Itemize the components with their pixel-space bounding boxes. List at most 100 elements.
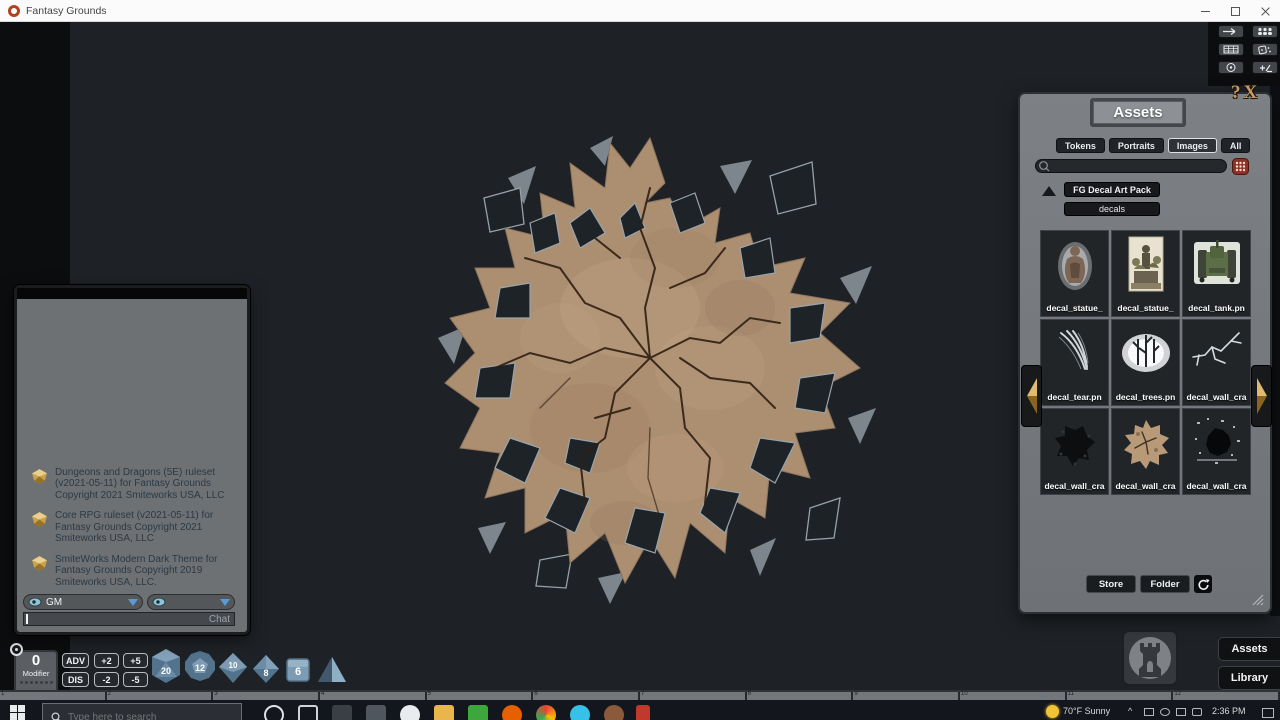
sidebar-library-button[interactable]: Library (1218, 666, 1280, 690)
emote-dropdown[interactable] (147, 594, 235, 610)
page-previous-button[interactable] (1021, 365, 1042, 427)
module-pack-button[interactable]: FG Decal Art Pack (1064, 182, 1160, 197)
campaign-button[interactable] (1122, 630, 1178, 686)
tray-icon-4[interactable] (1192, 708, 1202, 716)
chrome-icon[interactable] (536, 705, 556, 720)
refresh-button[interactable] (1194, 575, 1212, 593)
speaker-dropdown[interactable]: GM (23, 594, 143, 610)
app-icon-mail[interactable] (332, 705, 352, 720)
hotkey-slot[interactable]: 11 (1067, 692, 1174, 700)
hotkey-slot[interactable]: 2 (107, 692, 214, 700)
tray-expand-chevron[interactable]: ^ (1128, 706, 1132, 716)
tab-all[interactable]: All (1221, 138, 1251, 153)
file-explorer-icon[interactable] (434, 705, 454, 720)
die-d6[interactable]: 6 (285, 657, 311, 688)
dice-tower-button[interactable] (1252, 43, 1278, 56)
hotkey-slot[interactable]: 5 (427, 692, 534, 700)
chat-input-field[interactable] (28, 613, 209, 625)
asset-item[interactable]: decal_statue_ (1040, 230, 1109, 317)
tray-icon-3[interactable] (1176, 708, 1186, 716)
taskbar-search[interactable] (42, 703, 242, 720)
subfolder-button[interactable]: decals (1064, 202, 1160, 216)
asset-item[interactable]: decal_statue_ (1111, 230, 1180, 317)
party-button[interactable] (1252, 25, 1278, 38)
tray-icon-2[interactable] (1160, 708, 1170, 716)
modifiers-button[interactable] (1252, 61, 1278, 74)
asset-item[interactable]: decal_trees.pn (1111, 319, 1180, 406)
weather-sun-icon[interactable] (1046, 705, 1059, 718)
asset-item[interactable]: decal_wall_cra (1182, 319, 1251, 406)
help-button[interactable]: ? (1231, 82, 1241, 104)
weather-text[interactable]: 70°F Sunny (1063, 706, 1110, 716)
window-titlebar[interactable]: Fantasy Grounds (0, 0, 1280, 22)
hotkey-slot[interactable]: 1 (0, 692, 107, 700)
dots-grid-icon (1232, 158, 1249, 175)
store-button[interactable]: Store (1086, 575, 1136, 593)
asset-item[interactable]: decal_tear.pn (1040, 319, 1109, 406)
advantage-button[interactable]: ADV (62, 653, 89, 668)
hotkey-slot[interactable]: 12 (1173, 692, 1280, 700)
map-decal-image[interactable] (420, 108, 880, 608)
gold-die-icon (31, 468, 48, 485)
hotkey-slot[interactable]: 6 (533, 692, 640, 700)
close-button[interactable] (1250, 0, 1280, 22)
radial-menu-button[interactable] (1232, 158, 1249, 175)
firefox-icon[interactable] (502, 705, 522, 720)
svg-text:10: 10 (229, 661, 238, 670)
hotkey-slot[interactable]: 8 (747, 692, 854, 700)
taskbar-search-input[interactable] (68, 712, 218, 720)
hotkey-slot[interactable]: 4 (320, 692, 427, 700)
chat-window-handle[interactable] (17, 288, 247, 299)
assets-panel-title: Assets (1093, 101, 1183, 124)
desktop-close-button[interactable]: X (1244, 82, 1258, 104)
collapse-arrow-button[interactable] (1042, 186, 1056, 196)
notifications-icon[interactable] (1262, 708, 1274, 718)
maximize-button[interactable] (1220, 0, 1250, 22)
plus2-button[interactable]: +2 (94, 653, 119, 668)
cortana-icon[interactable] (264, 705, 284, 720)
options-button[interactable] (10, 643, 23, 656)
app-icon-brown[interactable] (604, 705, 624, 720)
die-d10[interactable]: 10 (217, 652, 249, 689)
assets-panel-titleplate[interactable]: Assets (1090, 98, 1186, 127)
tab-images[interactable]: Images (1168, 138, 1217, 153)
asset-item[interactable]: decal_wall_cra (1040, 408, 1109, 495)
plus5-button[interactable]: +5 (123, 653, 148, 668)
tab-tokens[interactable]: Tokens (1056, 138, 1105, 153)
asset-item[interactable]: decal_tank.pn (1182, 230, 1251, 317)
task-view-icon[interactable] (298, 705, 318, 720)
asset-item[interactable]: decal_wall_cra (1182, 408, 1251, 495)
app-icon-photos[interactable] (366, 705, 386, 720)
hotkey-slot[interactable]: 3 (213, 692, 320, 700)
resize-grip[interactable] (1251, 593, 1265, 607)
app-icon-green[interactable] (468, 705, 488, 720)
die-d20[interactable]: 20 (148, 648, 184, 689)
asset-search-input[interactable] (1050, 160, 1226, 172)
sidebar-assets-button[interactable]: Assets (1218, 637, 1280, 661)
page-next-button[interactable] (1251, 365, 1272, 427)
die-d12[interactable]: 12 (184, 650, 216, 687)
minimize-button[interactable] (1190, 0, 1220, 22)
tab-portraits[interactable]: Portraits (1109, 138, 1164, 153)
asset-item[interactable]: decal_wall_cra (1111, 408, 1180, 495)
tables-button[interactable] (1218, 43, 1244, 56)
minus5-button[interactable]: -5 (123, 672, 148, 687)
hotkey-slot[interactable]: 7 (640, 692, 747, 700)
minus2-button[interactable]: -2 (94, 672, 119, 687)
asset-search-field[interactable] (1035, 159, 1227, 173)
disadvantage-button[interactable]: DIS (62, 672, 89, 687)
app-icon-red[interactable] (636, 705, 650, 720)
start-button[interactable] (10, 705, 25, 720)
die-d4[interactable] (316, 655, 348, 690)
target-button[interactable] (1218, 61, 1244, 74)
hotkey-slot[interactable]: 10 (960, 692, 1067, 700)
hotkey-slot[interactable]: 9 (853, 692, 960, 700)
chat-input[interactable]: Chat (23, 612, 235, 626)
edge-icon[interactable] (570, 705, 590, 720)
die-d8[interactable]: 8 (251, 654, 281, 689)
tray-icon-1[interactable] (1144, 708, 1154, 716)
folder-button[interactable]: Folder (1140, 575, 1190, 593)
clock[interactable]: 2:36 PM (1212, 706, 1246, 716)
app-icon-person[interactable] (400, 705, 420, 720)
pointer-tool-button[interactable] (1218, 25, 1244, 38)
